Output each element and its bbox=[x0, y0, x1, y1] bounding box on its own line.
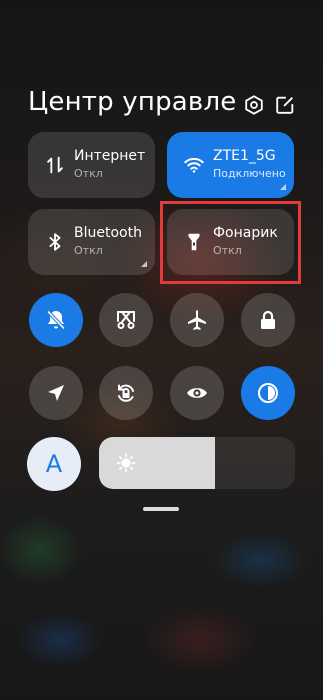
location-icon bbox=[48, 385, 64, 401]
bluetooth-icon bbox=[44, 231, 66, 253]
tile-label: Bluetooth bbox=[74, 225, 142, 241]
wifi-icon bbox=[183, 154, 205, 176]
drag-handle[interactable] bbox=[143, 507, 179, 511]
tile-status: Подключено bbox=[213, 167, 286, 180]
sun-icon bbox=[115, 452, 137, 474]
screenshot-icon bbox=[117, 311, 135, 329]
dark-mode-toggle[interactable] bbox=[241, 366, 295, 420]
auto-rotate-toggle[interactable] bbox=[99, 366, 153, 420]
tile-mobile-data[interactable]: Интернет Откл bbox=[28, 132, 155, 198]
reading-mode-toggle[interactable] bbox=[170, 366, 224, 420]
dark-mode-icon bbox=[258, 383, 278, 403]
eye-reading-mode-icon bbox=[187, 388, 207, 398]
expand-corner-icon bbox=[280, 184, 286, 190]
location-toggle[interactable] bbox=[29, 366, 83, 420]
tile-status: Откл bbox=[74, 167, 103, 180]
expand-corner-icon bbox=[141, 261, 147, 267]
tile-wifi[interactable]: ZTE1_5G Подключено bbox=[167, 132, 294, 198]
airplane-mode-toggle[interactable] bbox=[170, 293, 224, 347]
silent-mode-toggle[interactable] bbox=[29, 293, 83, 347]
airplane-icon bbox=[188, 310, 206, 330]
tile-bluetooth[interactable]: Bluetooth Откл bbox=[28, 209, 155, 275]
lock-icon bbox=[261, 310, 275, 329]
highlight-box bbox=[160, 201, 301, 284]
auto-brightness-label: A bbox=[45, 450, 63, 478]
lock-screen-toggle[interactable] bbox=[241, 293, 295, 347]
tile-status: Откл bbox=[74, 244, 103, 257]
settings-icon[interactable] bbox=[243, 94, 265, 116]
mute-bell-icon bbox=[46, 310, 66, 330]
tile-label: Интернет bbox=[74, 148, 146, 164]
control-center-title: Центр управле... bbox=[28, 87, 238, 117]
auto-brightness-button[interactable]: A bbox=[27, 437, 81, 491]
brightness-slider[interactable] bbox=[99, 437, 295, 489]
rotation-lock-icon bbox=[118, 384, 134, 402]
screenshot-toggle[interactable] bbox=[99, 293, 153, 347]
tile-label: ZTE1_5G bbox=[213, 148, 276, 164]
edit-icon[interactable] bbox=[274, 94, 296, 116]
mobile-data-icon bbox=[44, 154, 66, 176]
